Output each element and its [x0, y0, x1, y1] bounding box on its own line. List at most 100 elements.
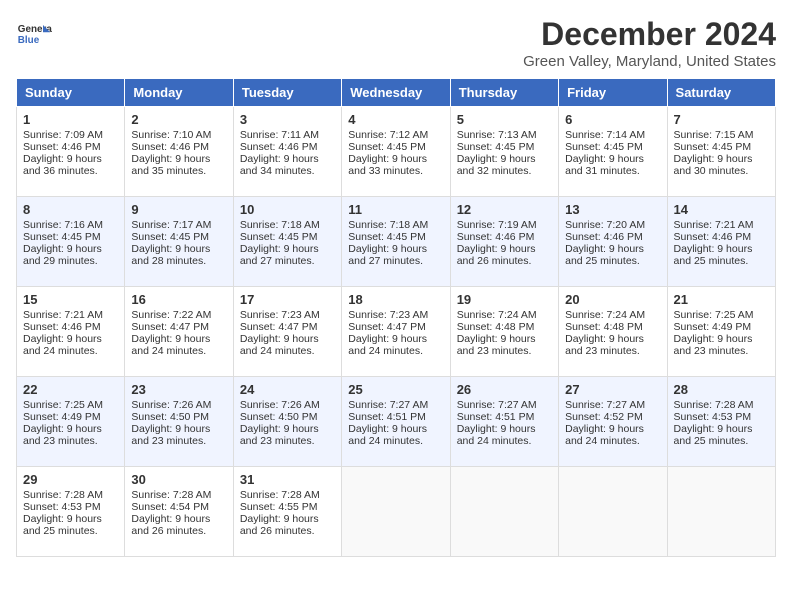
- calendar-cell: 10 Sunrise: 7:18 AM Sunset: 4:45 PM Dayl…: [233, 197, 341, 287]
- sunrise: Sunrise: 7:25 AM: [674, 309, 754, 321]
- sunrise: Sunrise: 7:13 AM: [457, 129, 537, 141]
- daylight: Daylight: 9 hours and 24 minutes.: [23, 333, 102, 357]
- col-tuesday: Tuesday: [233, 79, 341, 107]
- col-thursday: Thursday: [450, 79, 558, 107]
- week-row-5: 29 Sunrise: 7:28 AM Sunset: 4:53 PM Dayl…: [17, 467, 776, 557]
- sunrise: Sunrise: 7:21 AM: [674, 219, 754, 231]
- day-number: 14: [674, 202, 769, 217]
- sunset: Sunset: 4:54 PM: [131, 501, 209, 513]
- daylight: Daylight: 9 hours and 36 minutes.: [23, 153, 102, 177]
- sunset: Sunset: 4:45 PM: [240, 231, 318, 243]
- sunset: Sunset: 4:48 PM: [457, 321, 535, 333]
- sunrise: Sunrise: 7:18 AM: [240, 219, 320, 231]
- day-number: 30: [131, 472, 226, 487]
- calendar-cell: 4 Sunrise: 7:12 AM Sunset: 4:45 PM Dayli…: [342, 107, 450, 197]
- sunset: Sunset: 4:50 PM: [131, 411, 209, 423]
- sunrise: Sunrise: 7:23 AM: [348, 309, 428, 321]
- sunset: Sunset: 4:46 PM: [674, 231, 752, 243]
- daylight: Daylight: 9 hours and 23 minutes.: [674, 333, 753, 357]
- header: General Blue December 2024 Green Valley,…: [16, 16, 776, 70]
- sunset: Sunset: 4:46 PM: [131, 141, 209, 153]
- calendar-cell: 19 Sunrise: 7:24 AM Sunset: 4:48 PM Dayl…: [450, 287, 558, 377]
- sunrise: Sunrise: 7:12 AM: [348, 129, 428, 141]
- sunrise: Sunrise: 7:27 AM: [457, 399, 537, 411]
- sunset: Sunset: 4:51 PM: [348, 411, 426, 423]
- sunrise: Sunrise: 7:20 AM: [565, 219, 645, 231]
- sunrise: Sunrise: 7:28 AM: [674, 399, 754, 411]
- subtitle: Green Valley, Maryland, United States: [523, 53, 776, 70]
- sunset: Sunset: 4:50 PM: [240, 411, 318, 423]
- title-area: December 2024 Green Valley, Maryland, Un…: [523, 16, 776, 70]
- sunrise: Sunrise: 7:21 AM: [23, 309, 103, 321]
- main-title: December 2024: [523, 16, 776, 53]
- svg-text:Blue: Blue: [18, 35, 40, 46]
- sunset: Sunset: 4:48 PM: [565, 321, 643, 333]
- sunset: Sunset: 4:53 PM: [23, 501, 101, 513]
- daylight: Daylight: 9 hours and 24 minutes.: [240, 333, 319, 357]
- calendar-cell: 9 Sunrise: 7:17 AM Sunset: 4:45 PM Dayli…: [125, 197, 233, 287]
- logo: General Blue: [16, 16, 52, 52]
- day-number: 15: [23, 292, 118, 307]
- day-number: 23: [131, 382, 226, 397]
- day-number: 8: [23, 202, 118, 217]
- daylight: Daylight: 9 hours and 26 minutes.: [240, 513, 319, 537]
- daylight: Daylight: 9 hours and 26 minutes.: [457, 243, 536, 267]
- calendar-cell: 3 Sunrise: 7:11 AM Sunset: 4:46 PM Dayli…: [233, 107, 341, 197]
- sunset: Sunset: 4:46 PM: [457, 231, 535, 243]
- sunset: Sunset: 4:45 PM: [131, 231, 209, 243]
- day-number: 9: [131, 202, 226, 217]
- sunrise: Sunrise: 7:10 AM: [131, 129, 211, 141]
- calendar-cell: 1 Sunrise: 7:09 AM Sunset: 4:46 PM Dayli…: [17, 107, 125, 197]
- day-number: 24: [240, 382, 335, 397]
- day-number: 6: [565, 112, 660, 127]
- daylight: Daylight: 9 hours and 24 minutes.: [348, 423, 427, 447]
- daylight: Daylight: 9 hours and 24 minutes.: [457, 423, 536, 447]
- sunset: Sunset: 4:45 PM: [674, 141, 752, 153]
- sunrise: Sunrise: 7:28 AM: [240, 489, 320, 501]
- calendar-cell: 7 Sunrise: 7:15 AM Sunset: 4:45 PM Dayli…: [667, 107, 775, 197]
- week-row-1: 1 Sunrise: 7:09 AM Sunset: 4:46 PM Dayli…: [17, 107, 776, 197]
- daylight: Daylight: 9 hours and 25 minutes.: [23, 513, 102, 537]
- daylight: Daylight: 9 hours and 35 minutes.: [131, 153, 210, 177]
- sunrise: Sunrise: 7:26 AM: [131, 399, 211, 411]
- daylight: Daylight: 9 hours and 25 minutes.: [674, 243, 753, 267]
- sunrise: Sunrise: 7:28 AM: [131, 489, 211, 501]
- calendar-cell: 17 Sunrise: 7:23 AM Sunset: 4:47 PM Dayl…: [233, 287, 341, 377]
- col-friday: Friday: [559, 79, 667, 107]
- sunrise: Sunrise: 7:27 AM: [565, 399, 645, 411]
- col-wednesday: Wednesday: [342, 79, 450, 107]
- calendar-cell: 2 Sunrise: 7:10 AM Sunset: 4:46 PM Dayli…: [125, 107, 233, 197]
- day-number: 5: [457, 112, 552, 127]
- sunset: Sunset: 4:45 PM: [348, 141, 426, 153]
- calendar-cell: 16 Sunrise: 7:22 AM Sunset: 4:47 PM Dayl…: [125, 287, 233, 377]
- daylight: Daylight: 9 hours and 34 minutes.: [240, 153, 319, 177]
- calendar-cell: 12 Sunrise: 7:19 AM Sunset: 4:46 PM Dayl…: [450, 197, 558, 287]
- calendar-cell: 15 Sunrise: 7:21 AM Sunset: 4:46 PM Dayl…: [17, 287, 125, 377]
- daylight: Daylight: 9 hours and 27 minutes.: [348, 243, 427, 267]
- day-number: 22: [23, 382, 118, 397]
- day-number: 28: [674, 382, 769, 397]
- daylight: Daylight: 9 hours and 26 minutes.: [131, 513, 210, 537]
- daylight: Daylight: 9 hours and 23 minutes.: [131, 423, 210, 447]
- calendar-cell: [667, 467, 775, 557]
- sunset: Sunset: 4:51 PM: [457, 411, 535, 423]
- calendar-cell: 25 Sunrise: 7:27 AM Sunset: 4:51 PM Dayl…: [342, 377, 450, 467]
- sunrise: Sunrise: 7:28 AM: [23, 489, 103, 501]
- calendar-cell: 5 Sunrise: 7:13 AM Sunset: 4:45 PM Dayli…: [450, 107, 558, 197]
- sunrise: Sunrise: 7:23 AM: [240, 309, 320, 321]
- sunrise: Sunrise: 7:16 AM: [23, 219, 103, 231]
- calendar-cell: 21 Sunrise: 7:25 AM Sunset: 4:49 PM Dayl…: [667, 287, 775, 377]
- sunrise: Sunrise: 7:22 AM: [131, 309, 211, 321]
- week-row-2: 8 Sunrise: 7:16 AM Sunset: 4:45 PM Dayli…: [17, 197, 776, 287]
- daylight: Daylight: 9 hours and 32 minutes.: [457, 153, 536, 177]
- sunset: Sunset: 4:45 PM: [23, 231, 101, 243]
- day-number: 11: [348, 202, 443, 217]
- day-number: 4: [348, 112, 443, 127]
- day-number: 20: [565, 292, 660, 307]
- day-number: 3: [240, 112, 335, 127]
- sunrise: Sunrise: 7:24 AM: [457, 309, 537, 321]
- sunset: Sunset: 4:46 PM: [23, 321, 101, 333]
- sunrise: Sunrise: 7:25 AM: [23, 399, 103, 411]
- day-number: 19: [457, 292, 552, 307]
- calendar-cell: 30 Sunrise: 7:28 AM Sunset: 4:54 PM Dayl…: [125, 467, 233, 557]
